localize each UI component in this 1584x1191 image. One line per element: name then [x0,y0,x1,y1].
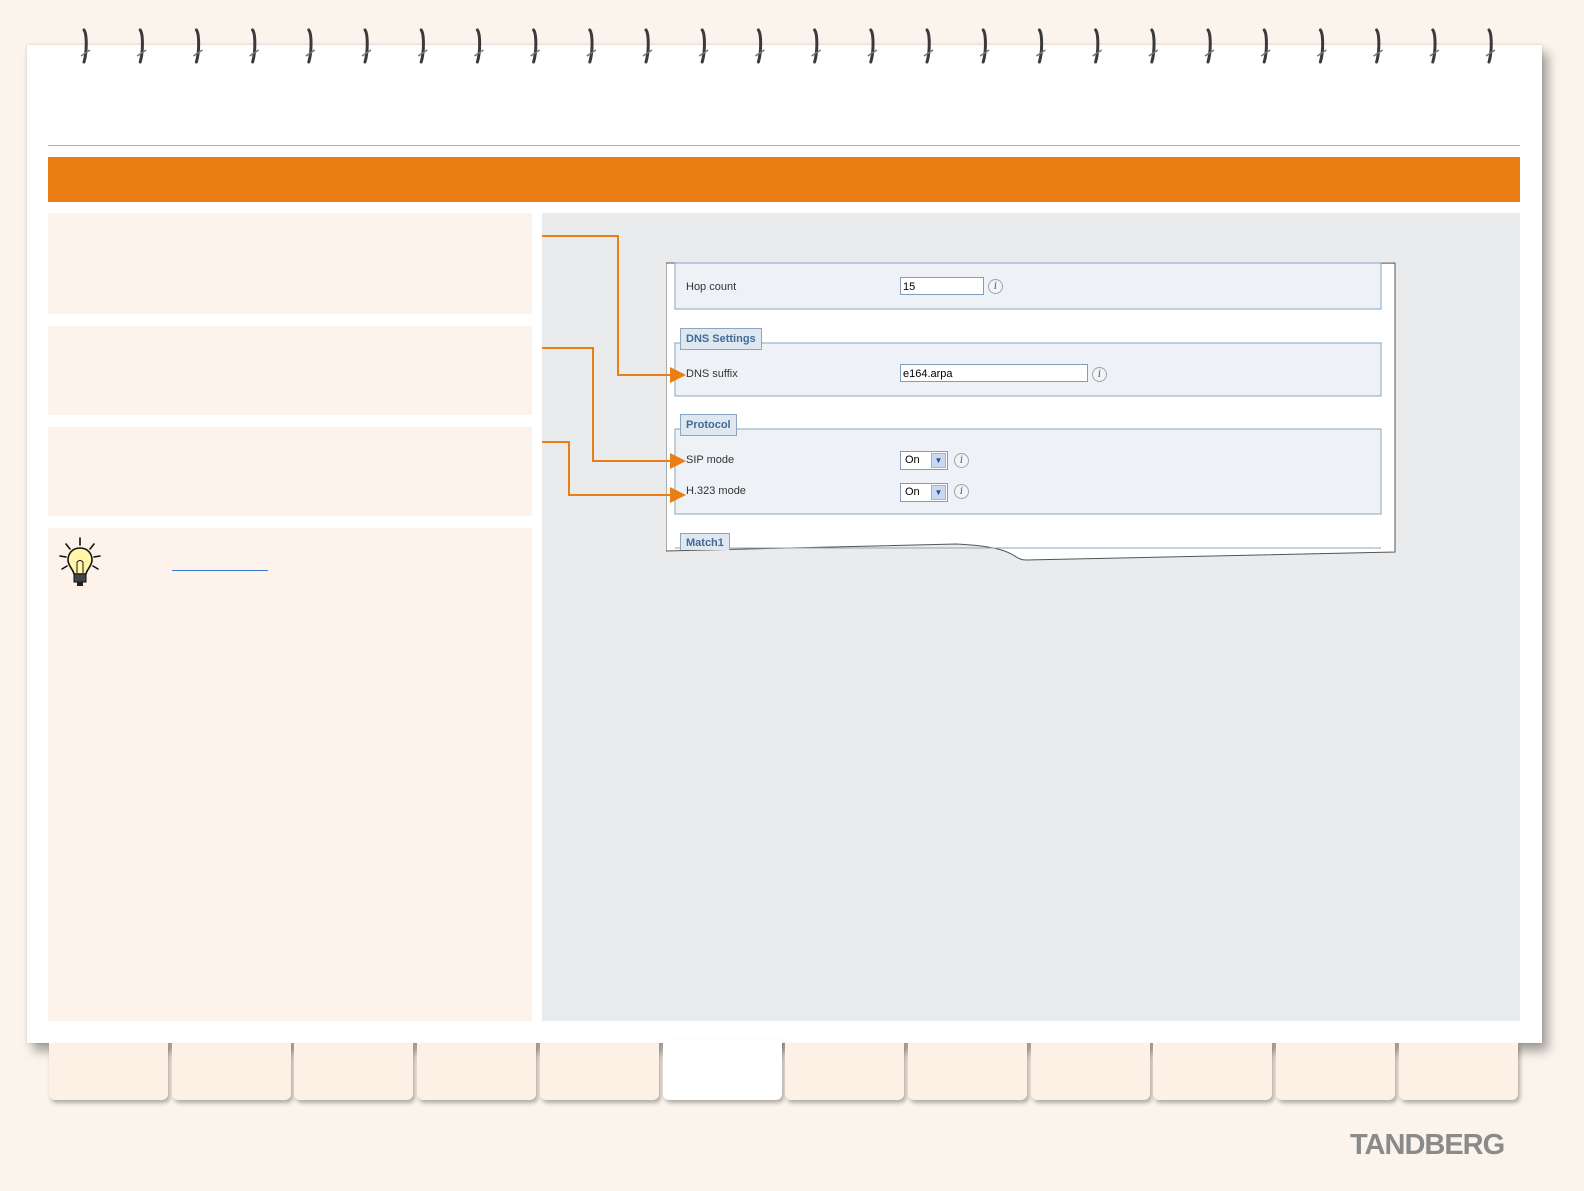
ring-binder-icon [417,28,428,64]
spiral-binding [80,28,1496,64]
ring-binder-icon [361,28,372,64]
ring-binder-icon [192,28,203,64]
protocol-legend: Protocol [680,414,737,436]
info-icon[interactable]: i [954,453,969,468]
h323-mode-value: On [905,486,920,498]
section-tab-8[interactable] [907,1043,1027,1100]
ring-binder-icon [586,28,597,64]
ring-binder-icon [754,28,765,64]
ring-binder-icon [1092,28,1103,64]
section-tab-3[interactable] [294,1043,414,1100]
section-tab-5[interactable] [539,1043,659,1100]
ring-binder-icon [811,28,822,64]
dns-suffix-label: DNS suffix [686,368,738,380]
section-tab-6[interactable] [662,1040,782,1100]
ring-binder-icon [305,28,316,64]
info-icon[interactable]: i [988,279,1003,294]
ring-binder-icon [1373,28,1384,64]
ring-binder-icon [136,28,147,64]
sip-mode-label: SIP mode [686,454,735,466]
ring-binder-icon [979,28,990,64]
ring-binder-icon [1148,28,1159,64]
dns-settings-legend: DNS Settings [680,328,762,350]
description-box-3 [48,427,532,516]
ring-binder-icon [1260,28,1271,64]
section-tab-12[interactable] [1398,1043,1518,1100]
lightbulb-icon [59,537,101,586]
ring-binder-icon [1035,28,1046,64]
info-icon[interactable]: i [1092,367,1107,382]
hop-count-label: Hop count [686,281,737,293]
description-box-2 [48,326,532,415]
ring-binder-icon [1485,28,1496,64]
dropdown-arrow-icon[interactable]: ▼ [931,485,946,500]
tip-box [48,528,532,1021]
match1-legend: Match1 [680,533,730,550]
ring-binder-icon [530,28,541,64]
h323-mode-select[interactable]: On ▼ [900,483,948,502]
ring-binder-icon [249,28,260,64]
section-banner [48,157,1520,202]
section-tab-10[interactable] [1153,1043,1273,1100]
description-box-1 [48,213,532,314]
section-tab-1[interactable] [49,1043,168,1100]
hop-count-field[interactable]: 15 [900,277,984,295]
ring-binder-icon [923,28,934,64]
info-icon[interactable]: i [954,484,969,499]
section-tab-2[interactable] [171,1043,291,1100]
tip-link[interactable] [172,570,268,571]
dropdown-arrow-icon[interactable]: ▼ [931,453,946,468]
section-tab-9[interactable] [1030,1043,1150,1100]
tandberg-logo: TANDBERG [1350,1129,1505,1161]
sip-mode-select[interactable]: On ▼ [900,451,948,470]
ring-binder-icon [1316,28,1327,64]
ring-binder-icon [1204,28,1215,64]
ring-binder-icon [473,28,484,64]
dns-suffix-field[interactable]: e164.arpa [900,364,1088,382]
torn-paper-frame [666,262,1396,561]
section-tab-11[interactable] [1276,1043,1395,1100]
settings-screenshot: Hop count 15 i DNS Settings DNS suffix e… [666,257,1396,562]
section-tab-4[interactable] [417,1043,537,1100]
ring-binder-icon [642,28,653,64]
ring-binder-icon [80,28,91,64]
ring-binder-icon [1429,28,1440,64]
header-rule [48,145,1520,146]
ring-binder-icon [867,28,878,64]
h323-mode-label: H.323 mode [686,485,746,497]
sip-mode-value: On [905,454,920,466]
ring-binder-icon [698,28,709,64]
section-tab-7[interactable] [785,1043,905,1100]
